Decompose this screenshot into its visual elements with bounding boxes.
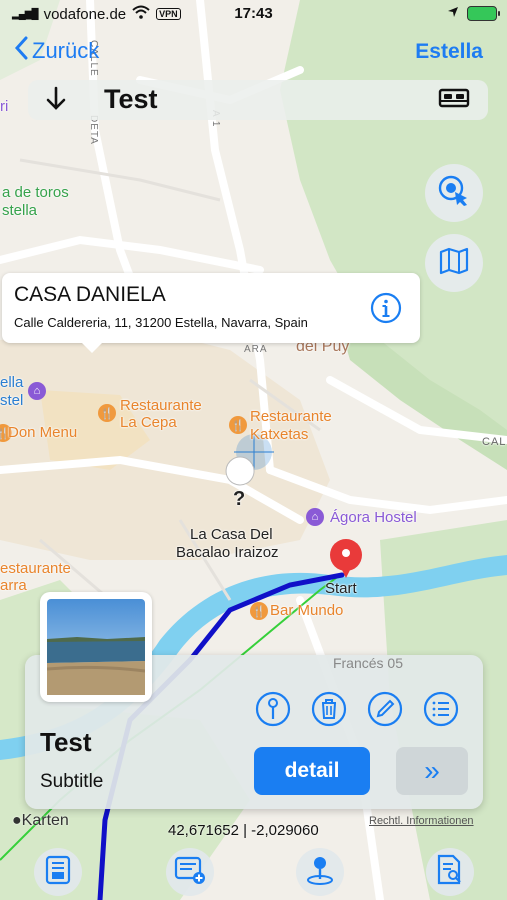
- question-pin[interactable]: ?: [233, 488, 245, 511]
- drop-pin-button[interactable]: [296, 848, 344, 896]
- callout-title: CASA DANIELA: [14, 283, 166, 306]
- info-icon[interactable]: [370, 292, 402, 329]
- pin-icon[interactable]: [255, 691, 291, 727]
- map-label-ri: ri: [0, 98, 9, 115]
- card-actions: [255, 691, 459, 727]
- map-label-start: Start: [325, 580, 357, 597]
- restaurant-icon: 🍴: [229, 416, 247, 434]
- page-title: Test: [104, 84, 158, 114]
- map-label-rest-cepa: Restaurante: [120, 397, 202, 414]
- place-callout[interactable]: CASA DANIELA Calle Caldereria, 11, 31200…: [2, 273, 420, 353]
- restaurant-icon: 🍴: [98, 404, 116, 422]
- callout-address: Calle Caldereria, 11, 31200 Estella, Nav…: [14, 315, 308, 330]
- map-label-stel: stel: [0, 392, 24, 409]
- document-search-icon: [436, 854, 464, 891]
- touch-target-icon: [437, 174, 471, 213]
- map-label-rest-left-2: arra: [0, 577, 27, 594]
- map-label-rest-left: estaurante: [0, 560, 71, 577]
- hostel-icon: ⌂: [306, 508, 324, 526]
- map-label-agora: Ágora Hostel: [330, 509, 417, 526]
- title-bar: Test: [28, 80, 488, 120]
- card-title: Test: [40, 727, 92, 757]
- location-arrow-icon: [447, 5, 459, 22]
- bed-icon[interactable]: [438, 88, 470, 115]
- list-add-icon: [174, 855, 206, 890]
- apple-logo-icon: ●: [12, 812, 22, 829]
- next-button[interactable]: »: [396, 747, 468, 795]
- tap-location-button[interactable]: [425, 164, 483, 222]
- pencil-icon[interactable]: [367, 691, 403, 727]
- legal-link[interactable]: Rechtl. Informationen: [369, 815, 474, 827]
- map-label-bar-mundo: Bar Mundo: [270, 602, 344, 619]
- chevron-left-icon: [14, 36, 28, 66]
- list-icon[interactable]: [423, 691, 459, 727]
- map-label-rest-katx-2: Katxetas: [250, 426, 309, 443]
- map-label-ella: ella: [0, 374, 24, 391]
- street-label: ARA: [244, 344, 268, 355]
- street-label-cal: CAL: [482, 436, 507, 448]
- map-label-rest-cepa-2: La Cepa: [120, 414, 177, 431]
- search-document-button[interactable]: [426, 848, 474, 896]
- apple-maps-attribution: ●Karten: [12, 812, 69, 830]
- map-icon: [439, 247, 469, 280]
- map-label-toros-2: stella: [2, 202, 38, 219]
- hotel-icon: ⌂: [28, 382, 46, 400]
- map-label-toros: a de toros: [2, 184, 69, 201]
- status-time: 17:43: [234, 5, 273, 22]
- detail-button[interactable]: detail: [254, 747, 370, 795]
- back-label: Zurück: [32, 38, 100, 63]
- back-button[interactable]: Zurück: [14, 36, 99, 66]
- map-label-don-menu: Don Menu: [8, 424, 78, 441]
- battery-icon: [467, 6, 500, 21]
- status-bar: ▂▄▆█ vodafone.de VPN 17:43: [0, 0, 507, 30]
- card-thumbnail[interactable]: [40, 592, 152, 702]
- card-tag: Francés 05: [332, 655, 403, 671]
- add-list-button[interactable]: [166, 848, 214, 896]
- map-label-bacalao-2: Bacalao Iraizoz: [176, 544, 279, 561]
- karten-label: Karten: [21, 812, 69, 829]
- map-type-button[interactable]: [425, 234, 483, 292]
- bar-icon: 🍴: [250, 602, 268, 620]
- contact-card-button[interactable]: [34, 848, 82, 896]
- estella-button[interactable]: Estella: [415, 40, 483, 64]
- card-subtitle: Subtitle: [40, 771, 104, 792]
- lake-photo: [46, 599, 146, 695]
- coordinates: 42,671652 | -2,029060: [168, 822, 319, 839]
- contact-card-icon: [45, 855, 71, 890]
- arrow-down-icon[interactable]: [46, 86, 66, 119]
- map-label-bacalao: La Casa Del: [190, 526, 273, 543]
- trash-icon[interactable]: [311, 691, 347, 727]
- pin-drop-icon: [305, 854, 335, 891]
- map-label-rest-katx: Restaurante: [250, 408, 332, 425]
